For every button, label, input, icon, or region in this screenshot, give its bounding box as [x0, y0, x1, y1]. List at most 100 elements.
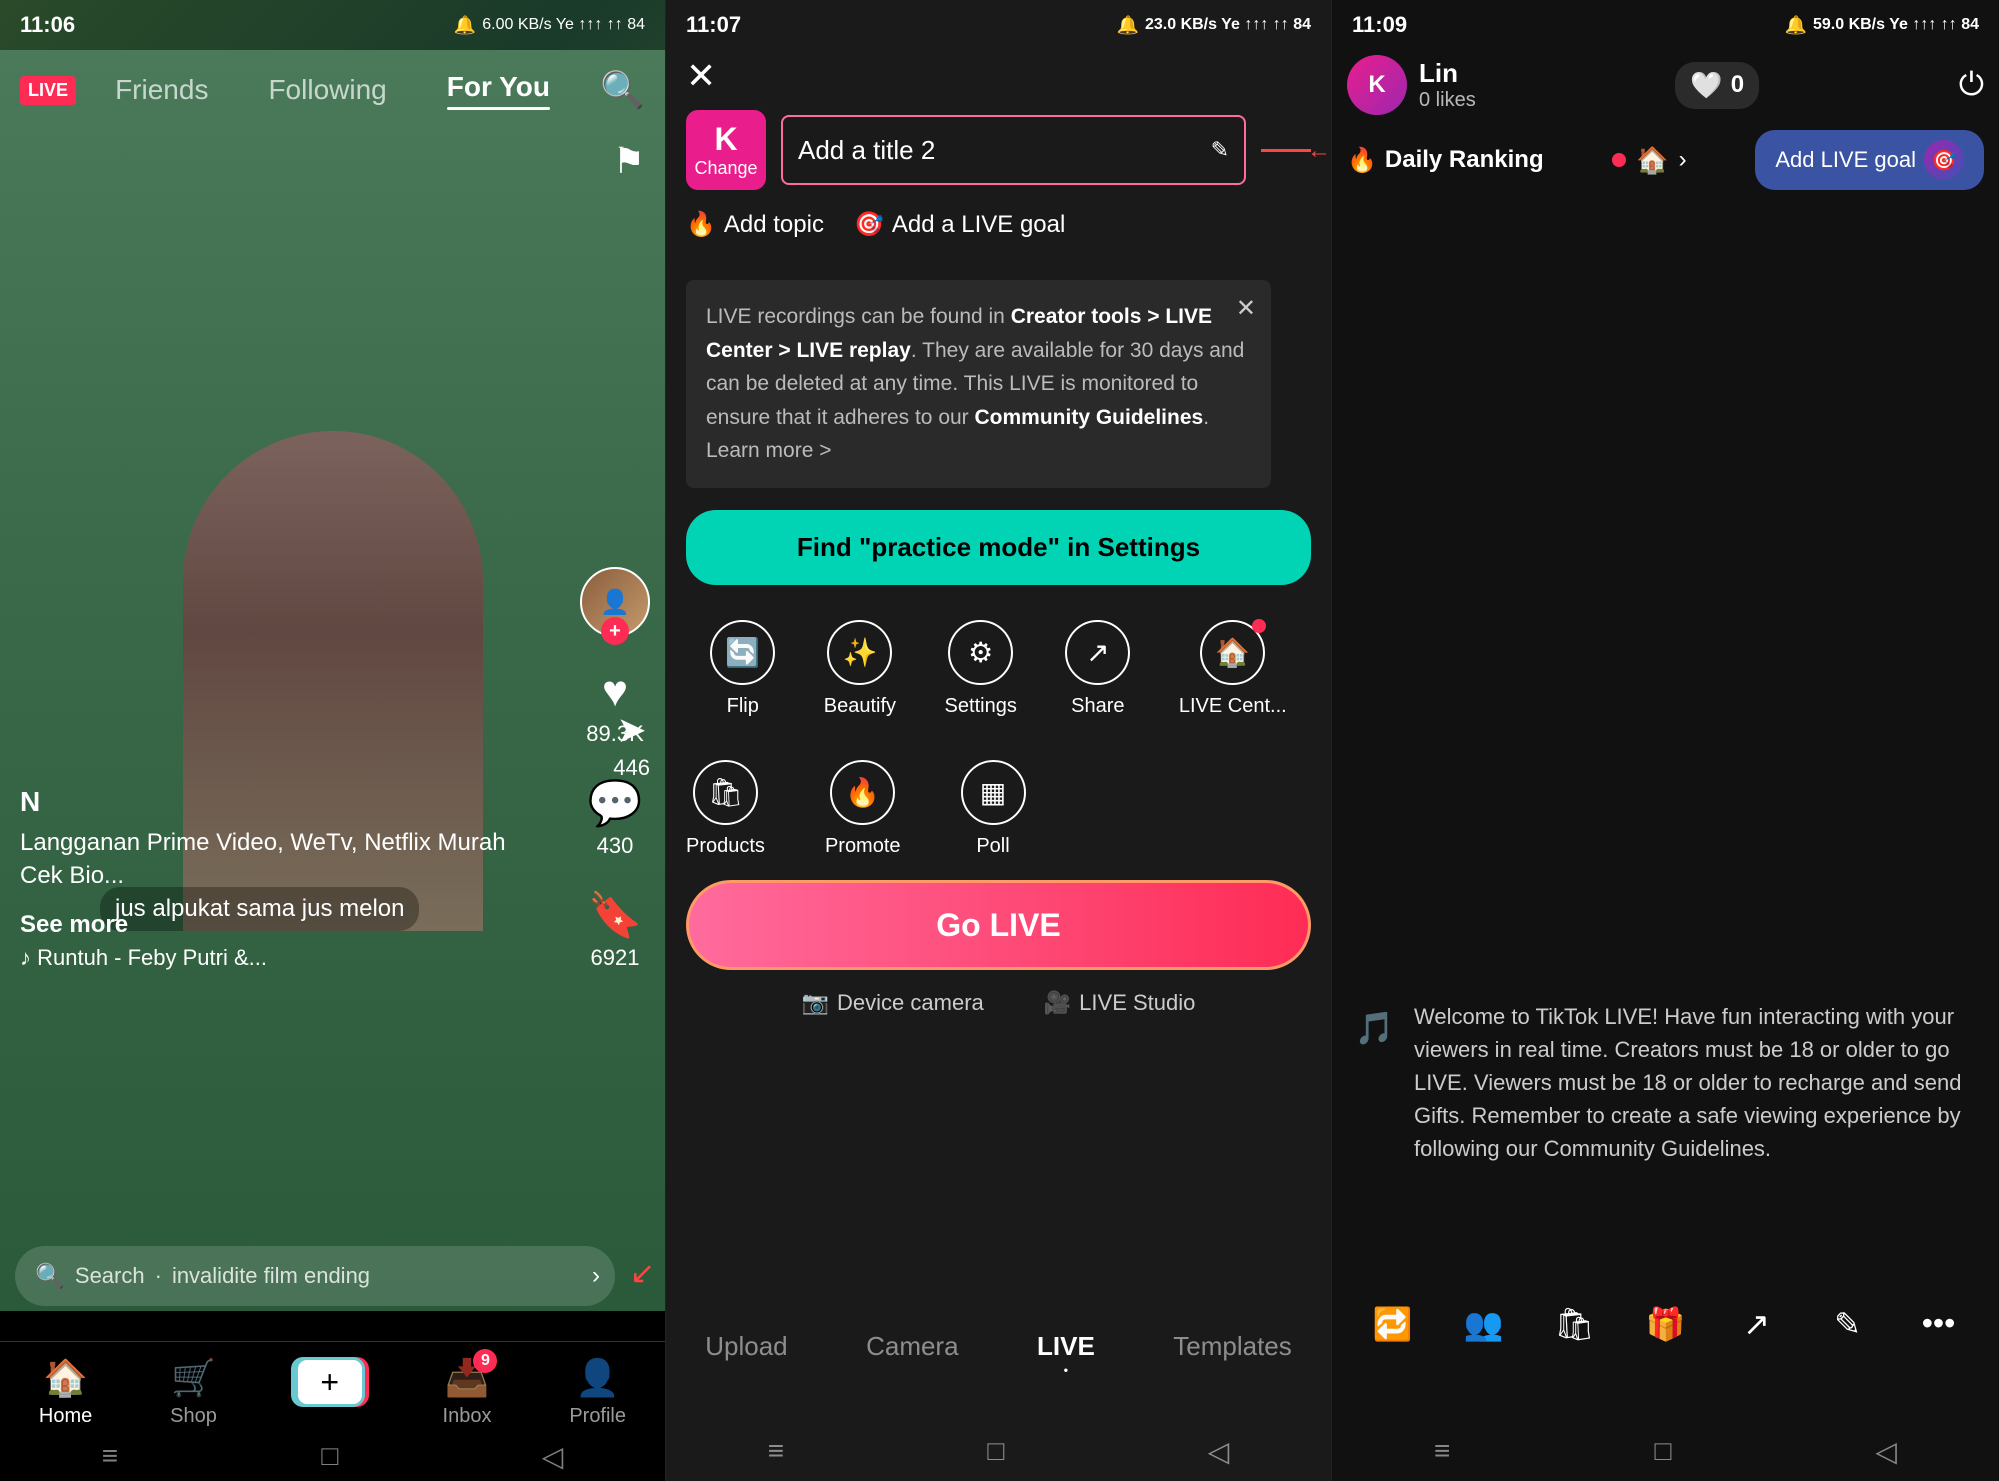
- top-section: K Lin 0 likes 🤍 0 ⏻: [1347, 55, 1984, 115]
- bottom-toolbar: 🔁 👥 🛍 🎁 ↗ ✎ •••: [1332, 1296, 1999, 1351]
- nav-shop[interactable]: 🛒 Shop: [170, 1357, 217, 1428]
- toolbar-more-icon[interactable]: •••: [1911, 1296, 1966, 1351]
- add-goal-button[interactable]: 🎯 Add a LIVE goal: [854, 210, 1065, 239]
- home-sys-icon-3[interactable]: □: [1654, 1435, 1671, 1467]
- like-button[interactable]: ♥ 89.3K: [586, 667, 644, 747]
- settings-icon: ⚙: [948, 620, 1013, 685]
- ranking-bar: 🔥 Daily Ranking 🏠 › Add LIVE goal 🎯: [1347, 130, 1984, 190]
- system-nav-1: ≡ □ ◁: [0, 1431, 665, 1481]
- title-input[interactable]: Add a title 2 ✎: [781, 115, 1246, 185]
- nav-for-you[interactable]: For You: [447, 71, 550, 110]
- add-topic-button[interactable]: 🔥 Add topic: [686, 210, 824, 239]
- bookmark-icon: 🔖: [588, 889, 643, 941]
- add-live-goal-button[interactable]: Add LIVE goal 🎯: [1755, 130, 1984, 190]
- panel-live-setup: 11:07 🔔 23.0 KB/s Ye ↑↑↑ ↑↑ 84 ✕ K Chang…: [666, 0, 1332, 1481]
- flip-label: Flip: [727, 695, 759, 718]
- search-bar[interactable]: 🔍 Search · invalidite film ending › ↙: [15, 1246, 615, 1306]
- search-button[interactable]: 🔍: [600, 69, 645, 111]
- flag-icon[interactable]: ⚑: [613, 140, 645, 182]
- arrow-indicator: ↙: [630, 1256, 655, 1291]
- live-studio-option[interactable]: 🎥 LIVE Studio: [1044, 990, 1196, 1016]
- close-button[interactable]: ✕: [686, 55, 716, 97]
- live-badge: LIVE: [20, 76, 76, 105]
- see-more-link[interactable]: See more: [20, 911, 128, 939]
- power-button[interactable]: ⏻: [1959, 66, 1984, 104]
- flip-icon: 🔄: [710, 620, 775, 685]
- live-center-icon: 🏠: [1200, 620, 1265, 685]
- tab-live[interactable]: LIVE: [1037, 1331, 1095, 1362]
- bell-icon: 🔔: [1117, 15, 1139, 36]
- tab-templates[interactable]: Templates: [1173, 1331, 1292, 1362]
- back-icon[interactable]: ◁: [542, 1440, 564, 1473]
- nav-profile[interactable]: 👤 Profile: [569, 1357, 626, 1428]
- share-live-button[interactable]: ↗ Share: [1065, 620, 1130, 718]
- signal-2: 23.0 KB/s Ye ↑↑↑ ↑↑ 84: [1145, 16, 1311, 34]
- toolbar-share-icon[interactable]: ↗: [1729, 1296, 1784, 1351]
- search-icon: 🔍: [35, 1262, 65, 1291]
- share-icon: ↗: [1065, 620, 1130, 685]
- home-sys-icon-2[interactable]: □: [987, 1435, 1004, 1467]
- status-bar-1: 11:06 🔔 6.00 KB/s Ye ↑↑↑ ↑↑ 84: [0, 0, 665, 50]
- nav-friends[interactable]: Friends: [115, 74, 208, 106]
- time-3: 11:09: [1352, 12, 1407, 38]
- settings-button[interactable]: ⚙ Settings: [945, 620, 1017, 718]
- stream-username: Lin: [1419, 58, 1476, 89]
- arrow-indicator-red: [1261, 149, 1311, 152]
- topic-goal-row: 🔥 Add topic 🎯 Add a LIVE goal: [686, 210, 1311, 239]
- panel-feed: 11:06 🔔 6.00 KB/s Ye ↑↑↑ ↑↑ 84 LIVE Frie…: [0, 0, 666, 1481]
- practice-mode-button[interactable]: Find "practice mode" in Settings: [686, 510, 1311, 585]
- toolbar-gift-icon[interactable]: 🎁: [1638, 1296, 1693, 1351]
- beautify-icon: ✨: [827, 620, 892, 685]
- signal-icons: 6.00 KB/s Ye ↑↑↑ ↑↑ 84: [482, 16, 645, 34]
- change-label: Change: [694, 158, 757, 179]
- create-icon: +: [295, 1357, 365, 1407]
- comment-button[interactable]: 💬 430: [588, 777, 643, 859]
- beautify-label: Beautify: [824, 695, 896, 718]
- topic-emoji: 🔥: [686, 210, 716, 239]
- status-icons-2: 🔔 23.0 KB/s Ye ↑↑↑ ↑↑ 84: [1117, 15, 1311, 36]
- music-label[interactable]: ♪ Runtuh - Feby Putri &...: [20, 945, 545, 971]
- bell-icon-3: 🔔: [1785, 15, 1807, 36]
- back-icon-3[interactable]: ◁: [1875, 1435, 1897, 1468]
- toolbar-edit-icon[interactable]: ✎: [1820, 1296, 1875, 1351]
- home-label: Home: [39, 1405, 92, 1428]
- video-description: Langganan Prime Video, WeTv, Netflix Mur…: [20, 826, 545, 893]
- back-icon-2[interactable]: ◁: [1208, 1435, 1230, 1468]
- avatar-change-button[interactable]: K Change: [686, 110, 766, 190]
- products-icon: 🛍: [693, 760, 758, 825]
- profile-label: Profile: [569, 1405, 626, 1428]
- nav-home[interactable]: 🏠 Home: [39, 1357, 92, 1428]
- menu-icon-3[interactable]: ≡: [1434, 1435, 1450, 1467]
- nav-create[interactable]: +: [295, 1357, 365, 1407]
- nav-following[interactable]: Following: [268, 74, 386, 106]
- toolbar-heart-icon[interactable]: 🔁: [1365, 1296, 1420, 1351]
- live-center-button[interactable]: 🏠 LIVE Cent...: [1179, 620, 1287, 718]
- menu-icon[interactable]: ≡: [102, 1440, 118, 1472]
- follow-plus-icon[interactable]: +: [601, 617, 629, 645]
- device-camera-option[interactable]: 📷 Device camera: [802, 990, 984, 1016]
- notification-close-button[interactable]: ✕: [1236, 290, 1256, 328]
- chat-area: 🎵 Welcome to TikTok LIVE! Have fun inter…: [1347, 200, 1984, 1281]
- goal-icon: 🎯: [1924, 140, 1964, 180]
- inbox-badge: 9: [473, 1349, 497, 1373]
- search-label: Search: [75, 1263, 145, 1289]
- bookmark-button[interactable]: 🔖 6921: [588, 889, 643, 971]
- go-live-button[interactable]: Go LIVE: [686, 880, 1311, 970]
- promote-icon: 🔥: [830, 760, 895, 825]
- status-icons-3: 🔔 59.0 KB/s Ye ↑↑↑ ↑↑ 84: [1785, 15, 1979, 36]
- tab-camera[interactable]: Camera: [866, 1331, 958, 1362]
- poll-button[interactable]: ▦ Poll: [961, 760, 1026, 858]
- menu-icon-2[interactable]: ≡: [768, 1435, 784, 1467]
- home-icon-small[interactable]: 🏠: [1636, 145, 1668, 176]
- nav-inbox[interactable]: 📥 9 Inbox: [443, 1357, 492, 1428]
- video-username: N: [20, 786, 545, 818]
- toolbar-users-icon[interactable]: 👥: [1456, 1296, 1511, 1351]
- beautify-button[interactable]: ✨ Beautify: [824, 620, 896, 718]
- creator-avatar[interactable]: 👤 +: [580, 567, 650, 637]
- toolbar-shop-icon[interactable]: 🛍: [1547, 1296, 1602, 1351]
- promote-button[interactable]: 🔥 Promote: [825, 760, 901, 858]
- flip-button[interactable]: 🔄 Flip: [710, 620, 775, 718]
- tab-upload[interactable]: Upload: [705, 1331, 787, 1362]
- products-button[interactable]: 🛍 Products: [686, 760, 765, 858]
- home-sys-icon[interactable]: □: [321, 1440, 338, 1472]
